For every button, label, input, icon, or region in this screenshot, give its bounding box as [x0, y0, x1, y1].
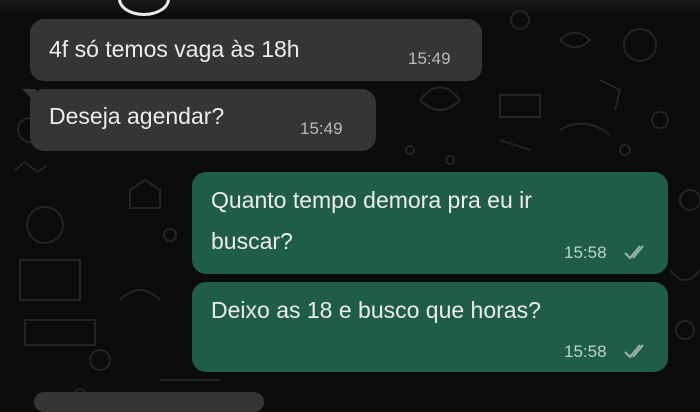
message-text: Deixo as 18 e busco que horas? [211, 297, 541, 323]
chat-header-edge [0, 0, 700, 16]
message-time: 15:58 [564, 342, 607, 361]
message-time: 15:49 [408, 49, 451, 68]
incoming-message-partial[interactable] [34, 392, 264, 412]
message-text-line2: buscar? [211, 228, 293, 254]
incoming-message[interactable]: 4f só temos vaga às 18h 15:49 [30, 19, 482, 81]
outgoing-message[interactable]: Deixo as 18 e busco que horas? 15:58 [192, 282, 668, 372]
outgoing-message[interactable]: Quanto tempo demora pra eu ir buscar? 15… [192, 172, 668, 274]
message-text: Deseja agendar? [49, 103, 225, 129]
message-time: 15:49 [300, 119, 343, 138]
double-check-icon [624, 344, 644, 359]
double-check-icon [624, 245, 644, 260]
message-text-line1: Quanto tempo demora pra eu ir [211, 187, 532, 213]
message-time: 15:58 [564, 243, 607, 262]
message-text: 4f só temos vaga às 18h [49, 36, 300, 62]
incoming-message[interactable]: Deseja agendar? 15:49 [30, 89, 376, 151]
